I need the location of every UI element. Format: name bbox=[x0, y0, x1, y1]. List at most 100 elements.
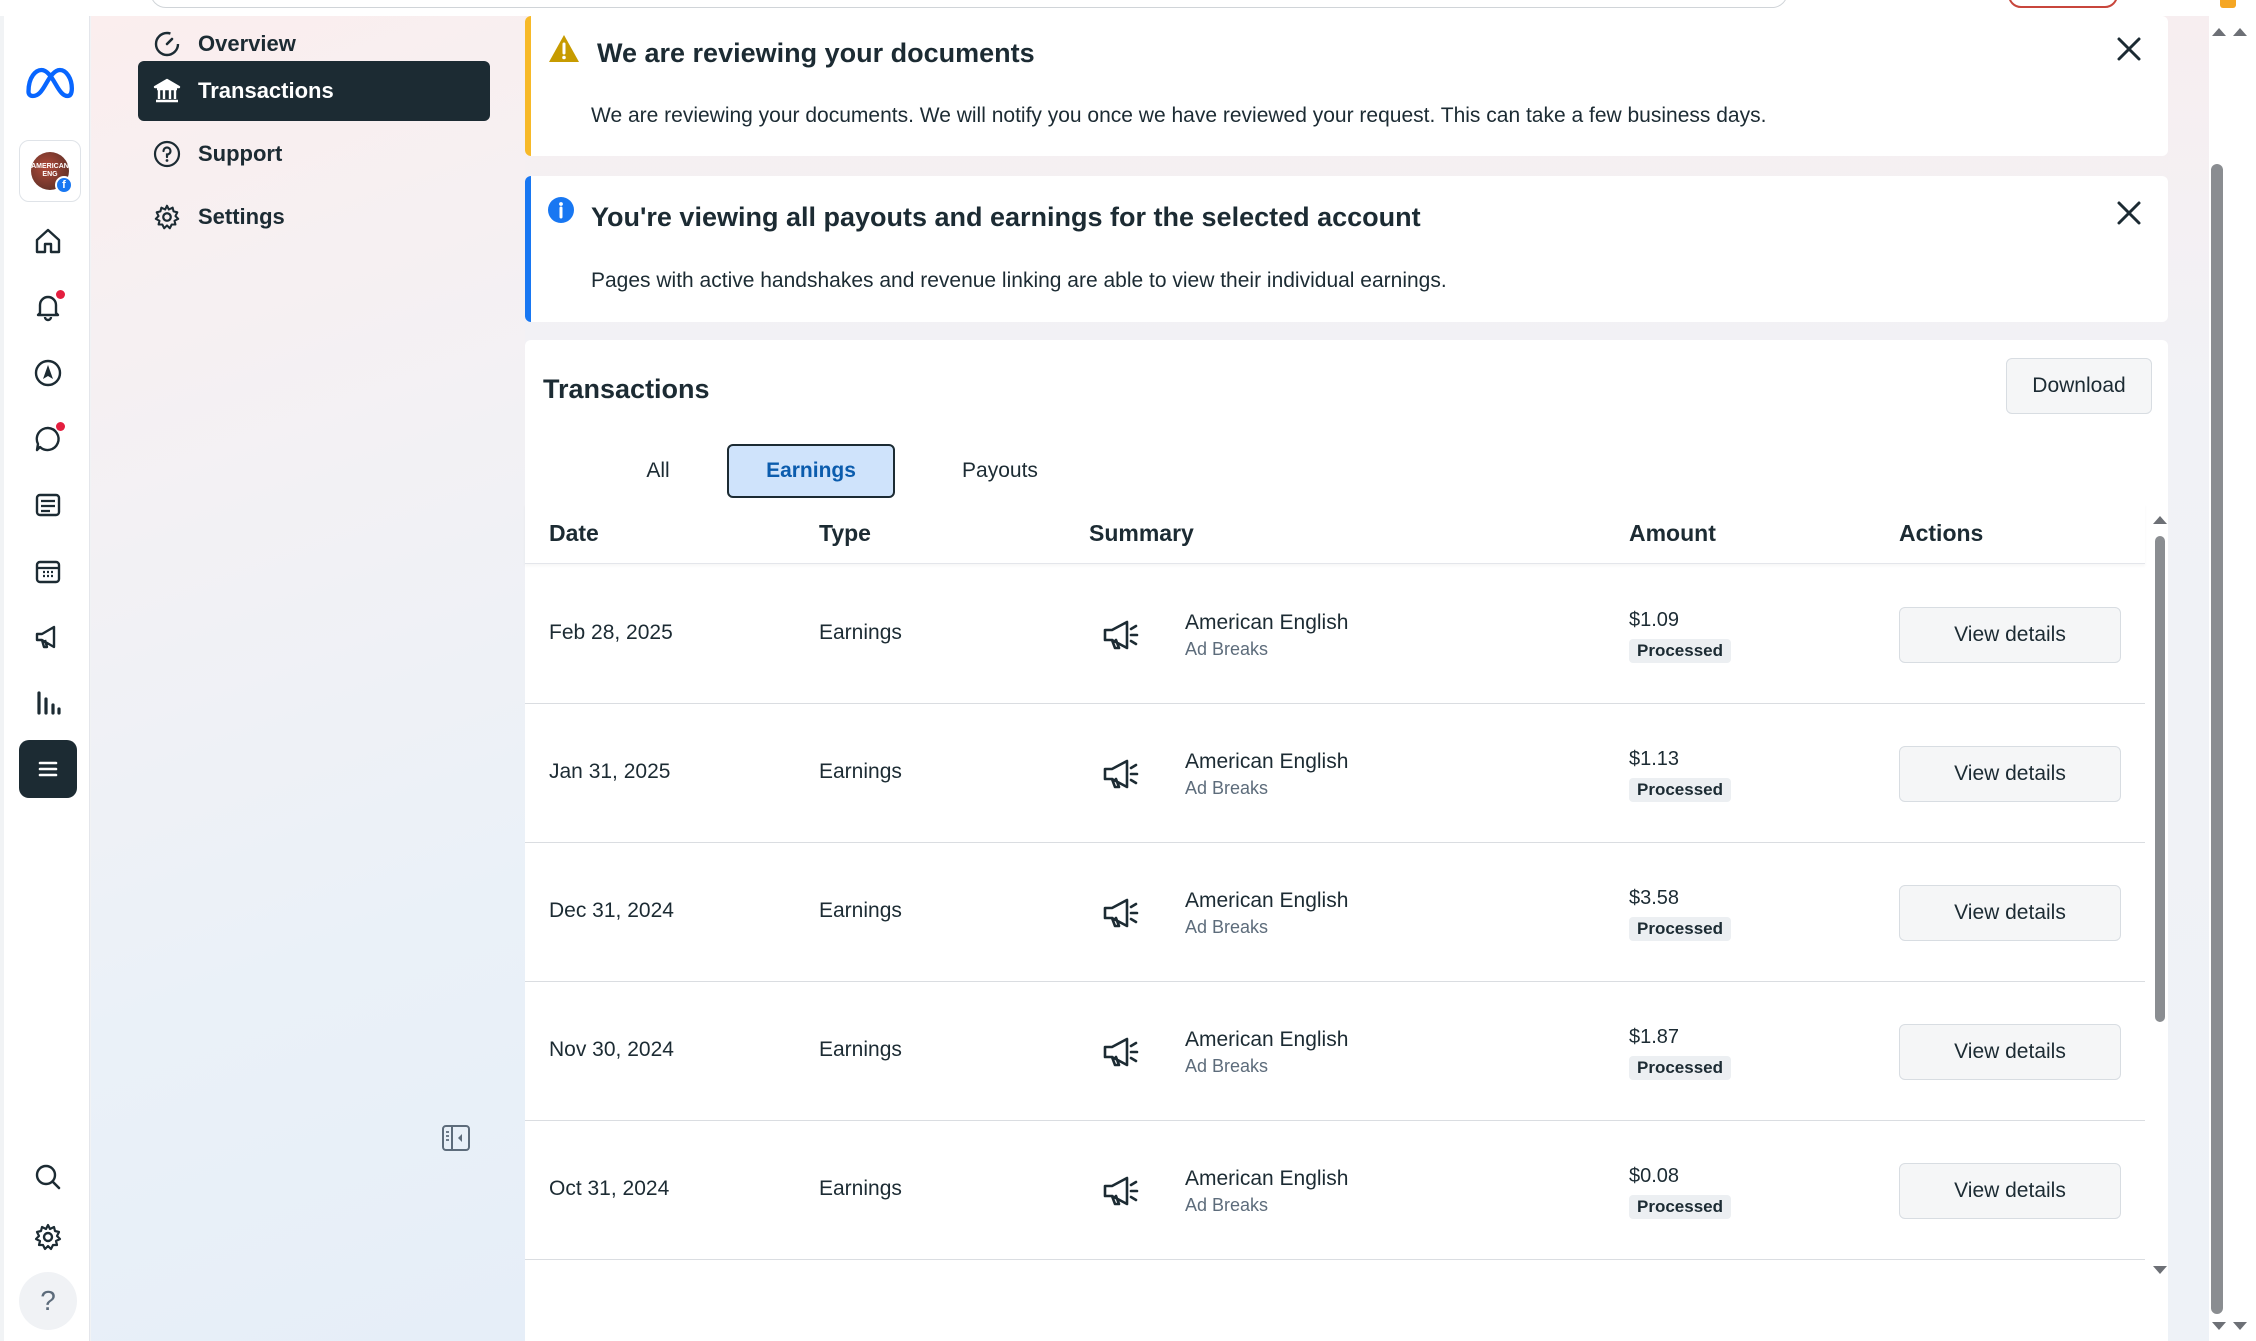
sidebar-item-settings[interactable]: Settings bbox=[138, 187, 490, 247]
sidebar-item-label: Transactions bbox=[198, 78, 334, 103]
tab-all[interactable]: All bbox=[603, 444, 713, 498]
table-row: Jan 31, 2025 Earnings American English A… bbox=[525, 704, 2145, 843]
row-summary-subtitle: Ad Breaks bbox=[1185, 778, 1269, 798]
row-amount: $1.13 bbox=[1629, 748, 1680, 770]
view-details-button[interactable]: View details bbox=[1899, 885, 2121, 941]
address-bar[interactable] bbox=[150, 0, 1788, 8]
view-details-button[interactable]: View details bbox=[1899, 607, 2121, 663]
question-circle-icon bbox=[153, 140, 181, 168]
row-summary-title: American English bbox=[1185, 889, 1349, 912]
review-banner: We are reviewing your documents We are r… bbox=[525, 16, 2168, 156]
row-summary-title: American English bbox=[1185, 1167, 1349, 1190]
row-type: Earnings bbox=[819, 1038, 902, 1061]
page-scrollbar[interactable] bbox=[2209, 16, 2256, 1341]
account-avatar[interactable]: AMERICAN ENG f bbox=[19, 140, 81, 202]
megaphone-icon bbox=[1103, 1037, 1139, 1067]
sidebar-item-label: Overview bbox=[198, 31, 296, 56]
compass-icon[interactable] bbox=[19, 344, 77, 402]
scroll-up-icon[interactable] bbox=[2233, 28, 2247, 36]
column-header-actions: Actions bbox=[1899, 520, 1984, 546]
scrollbar-thumb[interactable] bbox=[2155, 536, 2165, 1022]
close-icon[interactable] bbox=[2112, 196, 2146, 230]
status-badge: Processed bbox=[1629, 778, 1731, 802]
info-banner-title: You're viewing all payouts and earnings … bbox=[591, 202, 1421, 232]
view-details-button[interactable]: View details bbox=[1899, 746, 2121, 802]
info-banner-body: Pages with active handshakes and revenue… bbox=[591, 269, 1447, 292]
scrollbar-thumb[interactable] bbox=[2211, 164, 2223, 1314]
gear-icon[interactable] bbox=[19, 1208, 77, 1266]
menu-icon[interactable] bbox=[19, 740, 77, 798]
calendar-icon[interactable] bbox=[19, 542, 77, 600]
home-icon[interactable] bbox=[19, 212, 77, 270]
megaphone-icon bbox=[1103, 620, 1139, 650]
row-amount: $1.87 bbox=[1629, 1026, 1680, 1048]
left-rail: AMERICAN ENG f ? bbox=[4, 16, 90, 1341]
bank-icon bbox=[153, 78, 181, 103]
row-summary-subtitle: Ad Breaks bbox=[1185, 917, 1269, 937]
bar-chart-icon[interactable] bbox=[19, 674, 77, 732]
meta-logo-icon[interactable] bbox=[19, 54, 77, 112]
row-date: Dec 31, 2024 bbox=[549, 899, 674, 922]
close-icon[interactable] bbox=[2112, 32, 2146, 66]
status-badge: Processed bbox=[1629, 917, 1731, 941]
monetization-sidebar: Overview Transactions Support Settings bbox=[91, 16, 525, 1341]
chat-icon[interactable] bbox=[19, 410, 77, 468]
table-header: Date Type Summary Amount Actions bbox=[525, 504, 2145, 564]
table-row: Dec 31, 2024 Earnings American English A… bbox=[525, 843, 2145, 982]
sidebar-item-support[interactable]: Support bbox=[138, 124, 490, 184]
row-type: Earnings bbox=[819, 621, 902, 644]
banner-accent bbox=[525, 16, 531, 156]
scroll-down-icon[interactable] bbox=[2233, 1322, 2247, 1330]
row-summary-title: American English bbox=[1185, 750, 1349, 773]
extension-icon[interactable] bbox=[2220, 0, 2236, 8]
table-row: Nov 30, 2024 Earnings American English A… bbox=[525, 982, 2145, 1121]
scroll-down-icon[interactable] bbox=[2212, 1322, 2226, 1330]
megaphone-icon bbox=[1103, 1176, 1139, 1206]
tab-earnings[interactable]: Earnings bbox=[727, 444, 895, 498]
view-details-button[interactable]: View details bbox=[1899, 1024, 2121, 1080]
status-badge: Processed bbox=[1629, 1195, 1731, 1219]
column-header-amount[interactable]: Amount bbox=[1629, 520, 1716, 547]
row-date: Feb 28, 2025 bbox=[549, 621, 673, 644]
transactions-title: Transactions bbox=[543, 374, 710, 404]
row-summary-title: American English bbox=[1185, 611, 1349, 634]
collapse-sidebar-icon[interactable] bbox=[440, 1122, 472, 1154]
scroll-up-icon[interactable] bbox=[2212, 28, 2226, 36]
row-type: Earnings bbox=[819, 899, 902, 922]
scroll-up-icon[interactable] bbox=[2153, 516, 2167, 524]
scroll-down-icon[interactable] bbox=[2153, 1266, 2167, 1274]
gauge-icon bbox=[154, 31, 180, 57]
search-icon[interactable] bbox=[19, 1148, 77, 1206]
megaphone-icon[interactable] bbox=[19, 608, 77, 666]
help-glyph: ? bbox=[40, 1285, 56, 1316]
status-badge: Processed bbox=[1629, 639, 1731, 663]
table-scrollbar[interactable] bbox=[2151, 514, 2167, 1274]
row-summary-subtitle: Ad Breaks bbox=[1185, 1056, 1269, 1076]
table-row: Oct 31, 2024 Earnings American English A… bbox=[525, 1121, 2145, 1260]
info-icon bbox=[548, 197, 574, 223]
sidebar-item-label: Support bbox=[198, 141, 283, 166]
table-row: Feb 28, 2025 Earnings American English A… bbox=[525, 565, 2145, 704]
row-date: Oct 31, 2024 bbox=[549, 1177, 670, 1200]
row-summary-subtitle: Ad Breaks bbox=[1185, 639, 1269, 659]
bell-icon[interactable] bbox=[19, 278, 77, 336]
content-icon[interactable] bbox=[19, 476, 77, 534]
notification-badge bbox=[56, 290, 65, 299]
column-header-date[interactable]: Date bbox=[549, 520, 599, 547]
row-summary-title: American English bbox=[1185, 1028, 1349, 1051]
download-button[interactable]: Download bbox=[2006, 358, 2152, 414]
sidebar-item-transactions[interactable]: Transactions bbox=[138, 61, 490, 121]
column-header-summary[interactable]: Summary bbox=[1089, 520, 1194, 547]
facebook-badge-icon: f bbox=[55, 176, 73, 194]
column-header-type[interactable]: Type bbox=[819, 520, 871, 547]
status-badge: Processed bbox=[1629, 1056, 1731, 1080]
tab-payouts[interactable]: Payouts bbox=[935, 444, 1065, 498]
row-type: Earnings bbox=[819, 1177, 902, 1200]
profile-pill[interactable] bbox=[2008, 0, 2118, 8]
banner-accent bbox=[525, 176, 531, 322]
sidebar-item-label: Settings bbox=[198, 204, 285, 229]
view-details-button[interactable]: View details bbox=[1899, 1163, 2121, 1219]
help-icon[interactable]: ? bbox=[19, 1272, 77, 1330]
megaphone-icon bbox=[1103, 759, 1139, 789]
main-content: We are reviewing your documents We are r… bbox=[525, 16, 2209, 1341]
